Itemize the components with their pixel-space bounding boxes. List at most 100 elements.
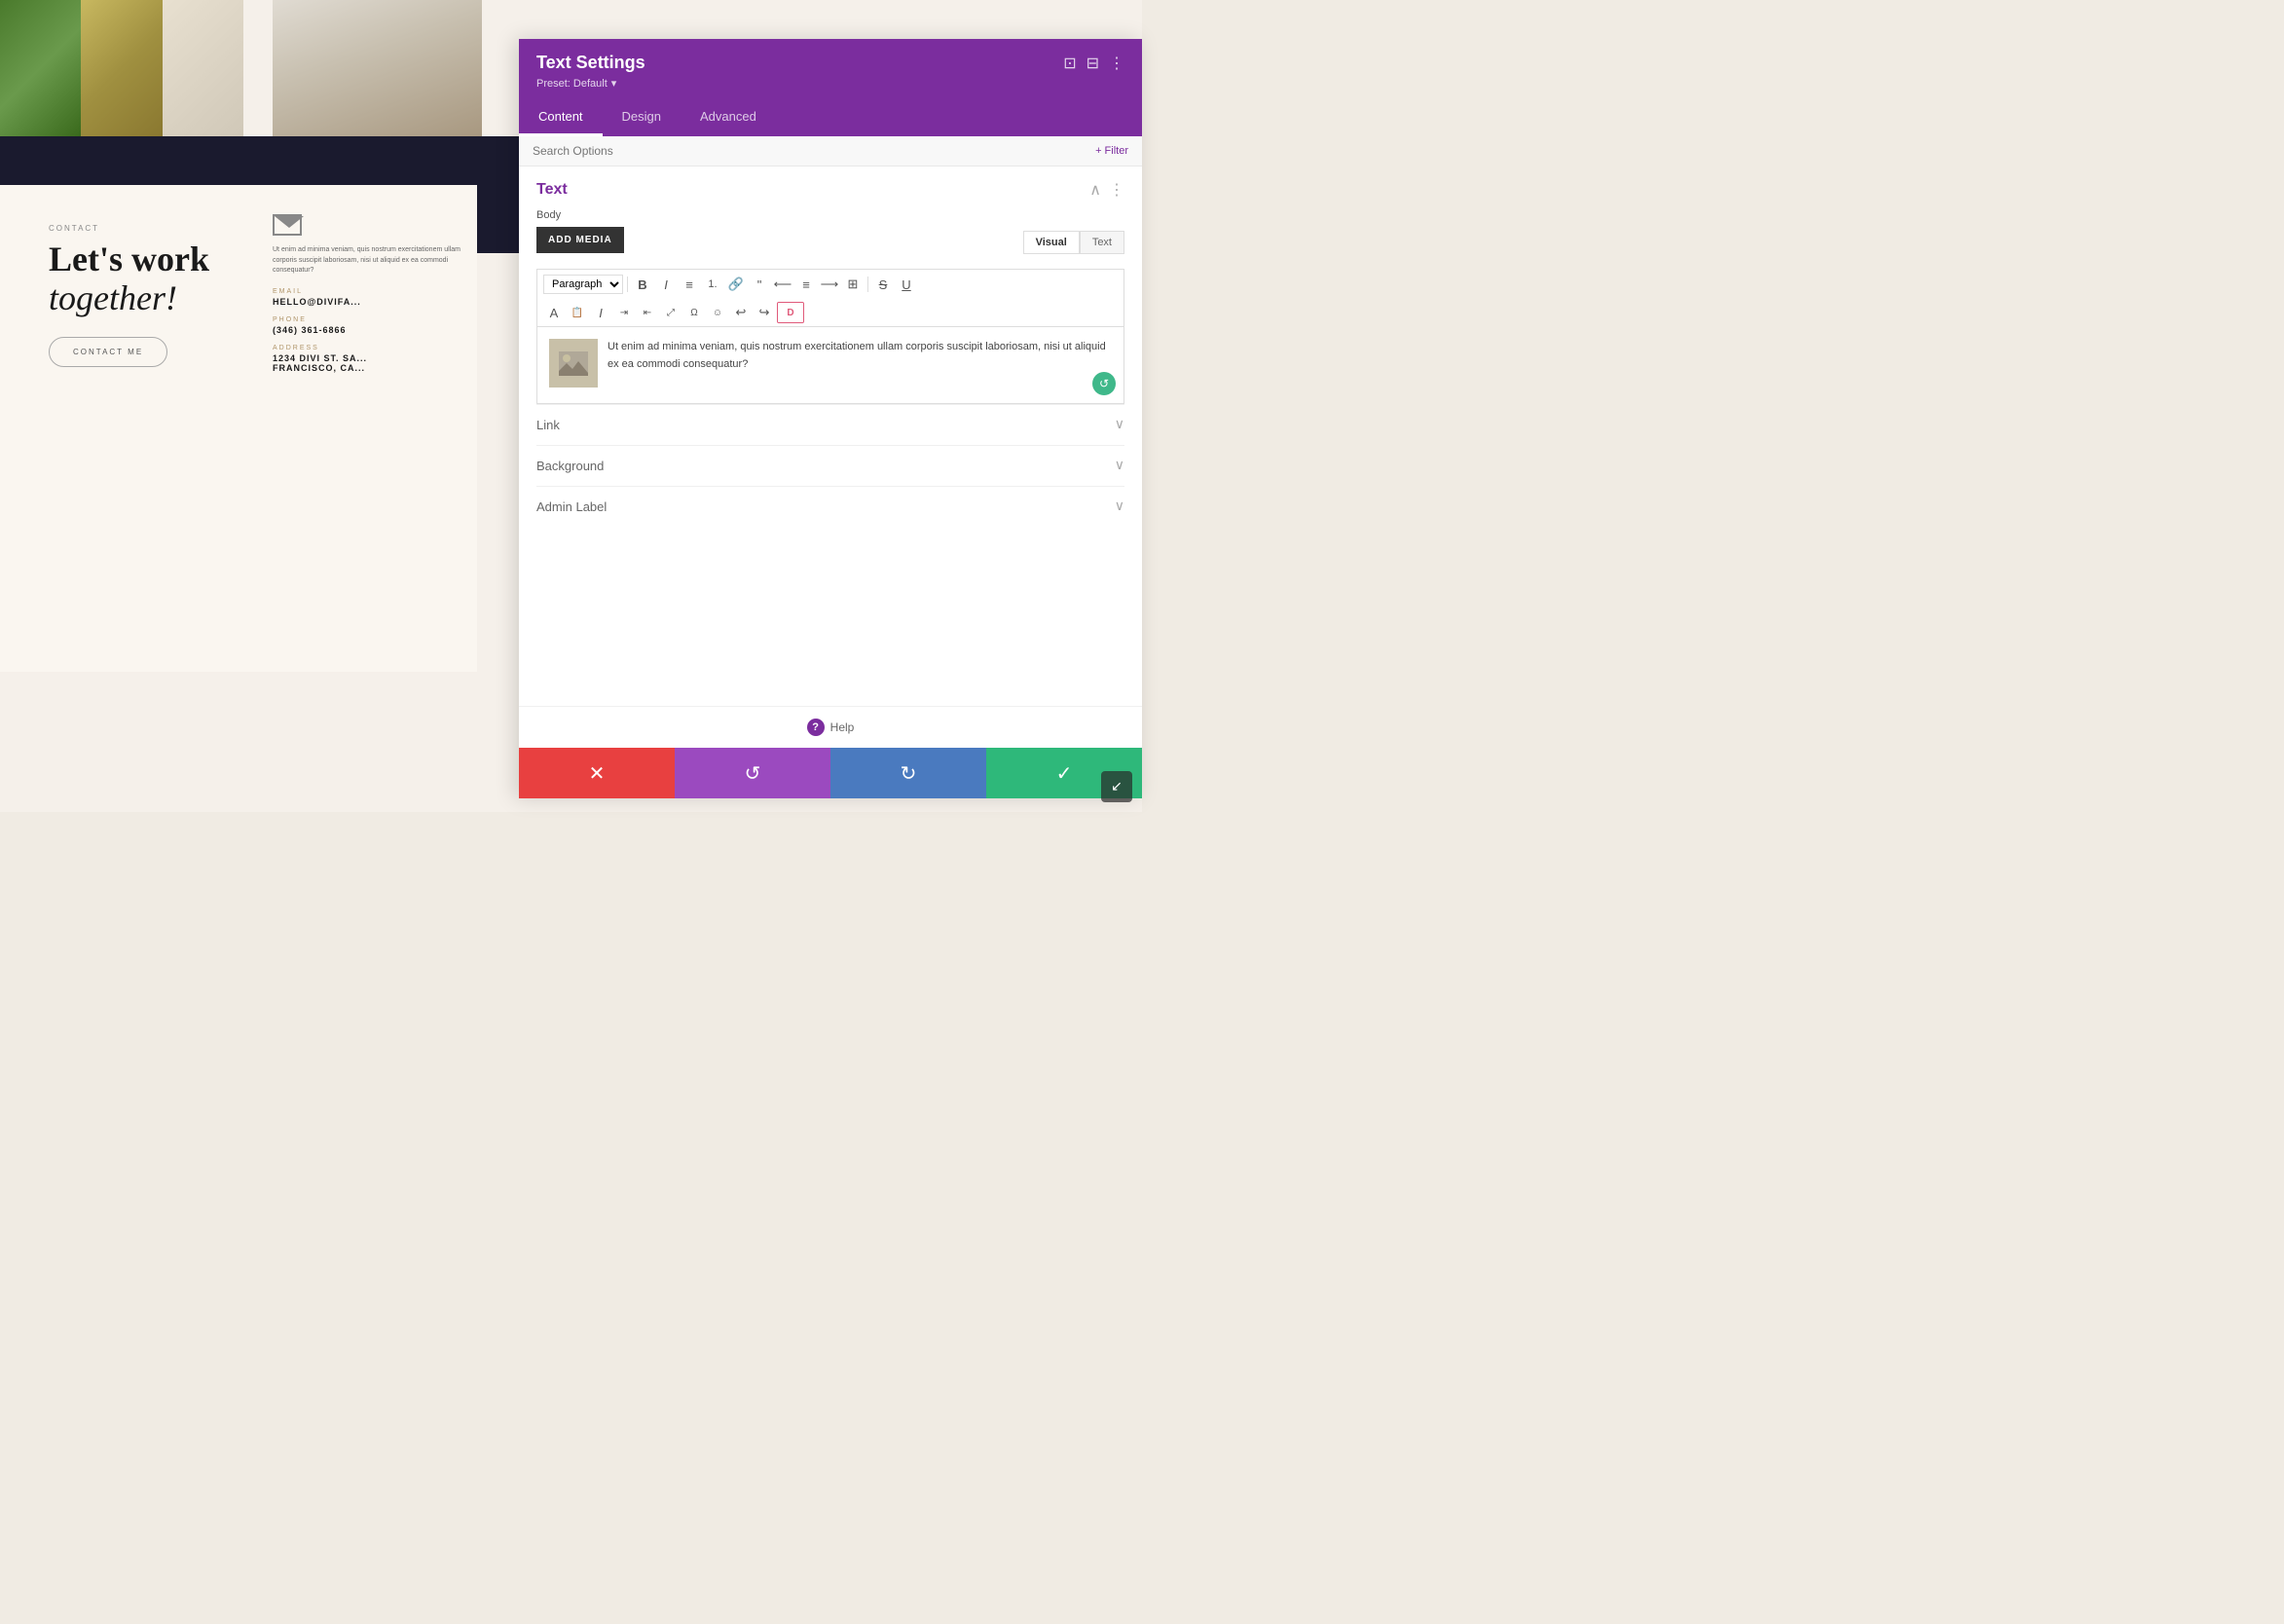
paste-button[interactable]: 📋: [567, 302, 588, 323]
section-controls: ∧ ⋮: [1089, 180, 1124, 200]
link-chevron-icon: ∨: [1115, 417, 1124, 433]
section-more-icon[interactable]: ⋮: [1109, 180, 1124, 200]
contact-me-button[interactable]: CONTACT ME: [49, 337, 167, 367]
link-accordion: Link ∨: [536, 404, 1124, 445]
ordered-list-button[interactable]: 1.: [702, 274, 723, 295]
editor-area[interactable]: Ut enim ad minima veniam, quis nostrum e…: [536, 326, 1124, 404]
toolbar-sep-1: [627, 277, 628, 292]
background-chevron-icon: ∨: [1115, 458, 1124, 474]
contact-body-text: Ut enim ad minima veniam, quis nostrum e…: [273, 245, 467, 277]
more-icon[interactable]: ⋮: [1109, 54, 1124, 73]
background-accordion-label: Background: [536, 459, 604, 473]
undo-editor-button[interactable]: ↩: [730, 302, 752, 323]
editor-body-text: Ut enim ad minima veniam, quis nostrum e…: [608, 339, 1112, 373]
panel-body: Text ∧ ⋮ Body ADD MEDIA Visual Text Para…: [519, 166, 1142, 706]
admin-label-accordion: Admin Label ∨: [536, 486, 1124, 527]
text-section-title: Text: [536, 181, 568, 199]
plant-image-1: [0, 0, 81, 136]
panel-title: Text Settings: [536, 53, 645, 73]
divi-panel: Text Settings ⊡ ⊟ ⋮ Preset: Default ▾ Co…: [519, 39, 1142, 798]
unordered-list-button[interactable]: ≡: [679, 274, 700, 295]
add-media-button[interactable]: ADD MEDIA: [536, 227, 624, 253]
phone-label: PHONE: [273, 316, 467, 323]
blockquote-button[interactable]: ": [749, 274, 770, 295]
section-collapse-icon[interactable]: ∧: [1089, 180, 1101, 200]
preset-label: Preset: Default: [536, 78, 608, 90]
search-input[interactable]: [533, 144, 1095, 158]
panel-footer: ✕ ↺ ↻ ✓: [519, 748, 1142, 798]
table-button[interactable]: ⊞: [842, 274, 864, 295]
redo-button[interactable]: ↻: [830, 748, 986, 798]
tab-content[interactable]: Content: [519, 99, 603, 136]
link-accordion-label: Link: [536, 418, 560, 432]
text-color-button[interactable]: A: [543, 302, 565, 323]
envelope-icon: [273, 214, 302, 236]
align-left-button[interactable]: ⟵: [772, 274, 793, 295]
link-accordion-header[interactable]: Link ∨: [536, 417, 1124, 433]
fullscreen-button[interactable]: ⤢: [660, 302, 682, 323]
address-label: ADDRESS: [273, 345, 467, 351]
panel-header-icons: ⊡ ⊟ ⋮: [1063, 54, 1124, 73]
preset-chevron-icon: ▾: [611, 77, 617, 90]
panel-tabs: Content Design Advanced: [519, 99, 1142, 136]
link-button[interactable]: 🔗: [725, 274, 747, 295]
background-accordion: Background ∨: [536, 445, 1124, 486]
help-section: ? Help: [519, 706, 1142, 748]
contact-heading-line1: Let's work: [49, 240, 209, 278]
cancel-button[interactable]: ✕: [519, 748, 675, 798]
background-accordion-header[interactable]: Background ∨: [536, 458, 1124, 474]
emoji-button[interactable]: ☺: [707, 302, 728, 323]
underline-button[interactable]: U: [896, 274, 917, 295]
admin-label-accordion-header[interactable]: Admin Label ∨: [536, 498, 1124, 515]
special-chars-button[interactable]: Ω: [683, 302, 705, 323]
address-value-2: FRANCISCO, CA...: [273, 363, 467, 373]
editor-switch: Visual Text: [1023, 231, 1124, 254]
align-center-button[interactable]: ≡: [795, 274, 817, 295]
text-switch-button[interactable]: Text: [1080, 231, 1124, 254]
help-text[interactable]: Help: [830, 720, 855, 734]
italic-button[interactable]: I: [655, 274, 677, 295]
plant-image-2: [81, 0, 162, 136]
model-photo: [273, 0, 482, 136]
body-field-label: Body: [536, 209, 1124, 221]
layout-icon[interactable]: ⊟: [1087, 54, 1099, 73]
help-icon: ?: [807, 719, 825, 736]
tab-advanced[interactable]: Advanced: [681, 99, 776, 136]
undo-button[interactable]: ↺: [675, 748, 830, 798]
panel-header-top: Text Settings ⊡ ⊟ ⋮: [536, 53, 1124, 73]
visual-switch-button[interactable]: Visual: [1023, 231, 1080, 254]
indent-button[interactable]: ⇥: [613, 302, 635, 323]
toolbar-sep-2: [867, 277, 868, 292]
email-value: HELLO@DIVIFA...: [273, 297, 467, 307]
italic2-button[interactable]: I: [590, 302, 611, 323]
editor-refresh-button[interactable]: ↺: [1092, 372, 1116, 395]
address-value-1: 1234 DIVI ST. SA...: [273, 353, 467, 363]
admin-label-accordion-label: Admin Label: [536, 499, 607, 514]
editor-toolbar-row1: Paragraph Heading 1 Heading 2 B I ≡ 1. 🔗…: [536, 269, 1124, 299]
redo-editor-button[interactable]: ↪: [754, 302, 775, 323]
strikethrough-button[interactable]: S: [872, 274, 894, 295]
outdent-button[interactable]: ⇤: [637, 302, 658, 323]
plant-images: [0, 0, 243, 136]
phone-value: (346) 361-6866: [273, 325, 467, 335]
expand-icon[interactable]: ⊡: [1063, 54, 1076, 73]
plant-image-3: [163, 0, 243, 136]
panel-search: + Filter: [519, 136, 1142, 166]
align-right-button[interactable]: ⟶: [819, 274, 840, 295]
panel-header: Text Settings ⊡ ⊟ ⋮ Preset: Default ▾: [519, 39, 1142, 99]
paragraph-select[interactable]: Paragraph Heading 1 Heading 2: [543, 275, 623, 294]
divi-module-button[interactable]: D: [777, 302, 804, 323]
filter-button[interactable]: + Filter: [1095, 145, 1128, 157]
text-section-header: Text ∧ ⋮: [536, 180, 1124, 200]
bold-button[interactable]: B: [632, 274, 653, 295]
placeholder-image-icon: [559, 351, 588, 376]
model-photo-inner: [273, 0, 482, 136]
bottom-arrow-button[interactable]: ↙: [1101, 771, 1132, 802]
tab-design[interactable]: Design: [603, 99, 681, 136]
panel-preset[interactable]: Preset: Default ▾: [536, 77, 1124, 90]
email-label: EMAIL: [273, 288, 467, 295]
editor-toolbar-row2: A 📋 I ⇥ ⇤ ⤢ Ω ☺ ↩ ↪ D: [536, 299, 1124, 326]
editor-image-placeholder: [549, 339, 598, 388]
contact-heading-italic: together!: [49, 278, 177, 317]
contact-info-right: Ut enim ad minima veniam, quis nostrum e…: [273, 214, 467, 373]
